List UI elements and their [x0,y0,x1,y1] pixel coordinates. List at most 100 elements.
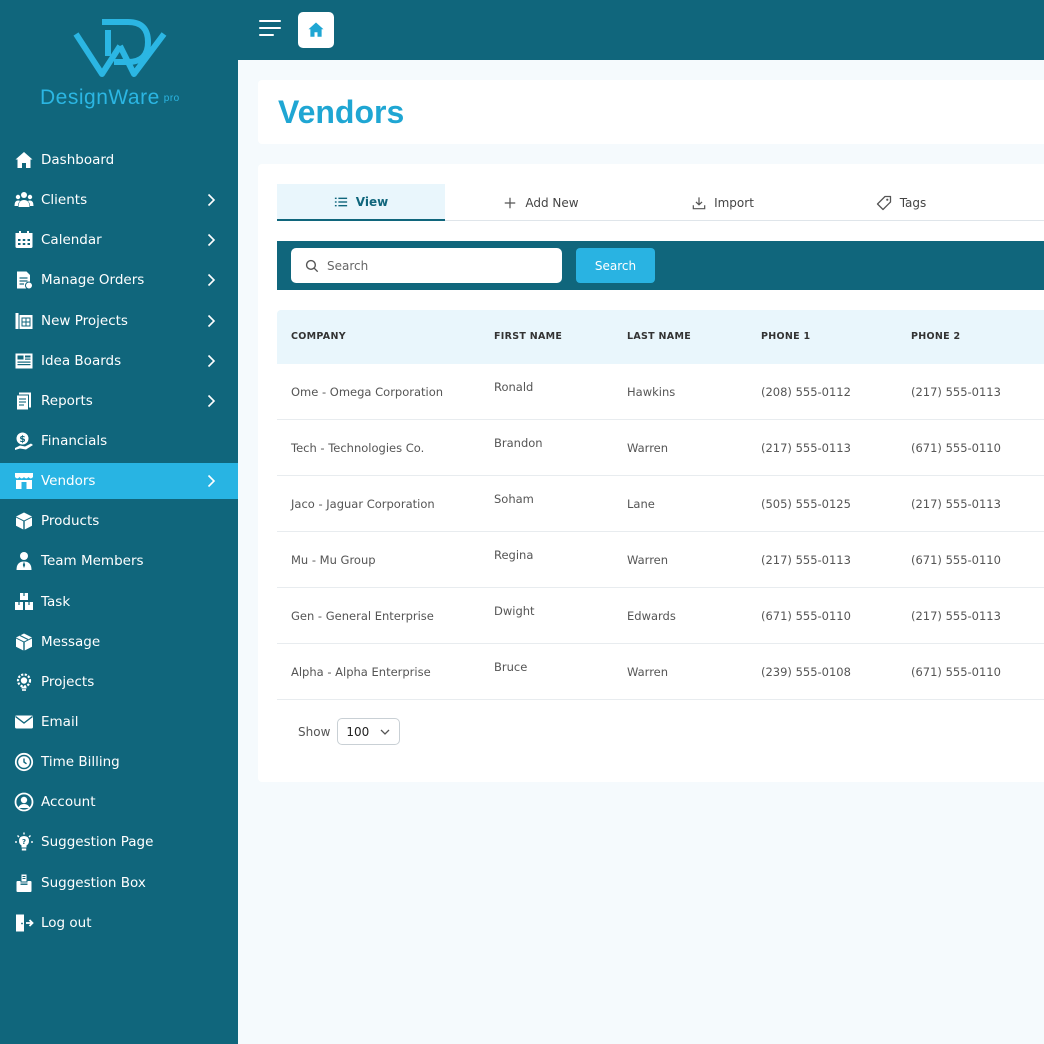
sidebar-item-label: Team Members [41,553,144,570]
chevron-down-icon [380,729,390,735]
top-bar [238,0,1044,60]
search-input[interactable] [327,258,547,273]
download-icon [692,196,706,209]
page-size-control: Show 100 [298,718,401,745]
column-header-phone-1[interactable]: PHONE 1 [761,331,810,342]
column-header-phone-2[interactable]: PHONE 2 [911,331,960,342]
table-row[interactable]: Ome - Omega Corporation Ronald Hawkins (208… [277,364,1044,420]
sidebar-item-vendors[interactable]: Vendors [0,463,238,500]
table-cell-company: Alpha - Alpha Enterprise [291,665,431,679]
sidebar-item-label: Account [41,794,96,811]
sidebar-item-projects[interactable]: Projects [0,664,238,700]
sidebar-item-new-projects[interactable]: New Projects [0,303,238,339]
table-cell-phone-1: (217) 555-0113 [761,553,851,567]
sidebar-item-dashboard[interactable]: Dashboard [0,142,238,178]
sidebar-item-label: Projects [41,673,95,690]
table-row[interactable]: Jaco - Jaguar Corporation Soham Lane (505) … [277,476,1044,532]
search-bar: Search [277,241,1044,290]
menu-toggle-icon[interactable] [259,20,281,38]
column-header-last-name[interactable]: LAST NAME [627,331,691,342]
table-cell-last-name: Warren [627,665,669,679]
svg-text:?: ? [22,838,26,846]
sidebar-item-products[interactable]: Products [0,503,238,539]
search-field[interactable] [291,248,562,283]
column-header-first-name[interactable]: FIRST NAME [494,331,562,342]
table-row[interactable]: Mu - Mu Group Regina Warren (217) 555-0113 (… [277,532,1044,588]
sidebar-item-manage-orders[interactable]: Manage Orders [0,262,238,298]
calendar-icon [15,231,33,249]
search-icon [305,259,319,272]
table-cell-first-name: Dwight [494,604,535,618]
sidebar-item-reports[interactable]: Reports [0,383,238,419]
table-cell-last-name: Edwards [627,609,676,623]
person-icon [16,552,32,571]
tab-import-label: Import [714,195,754,210]
brand-name: DesignWare pro [40,86,180,109]
sidebar-item-task[interactable]: Task [0,584,238,620]
table-cell-phone-2: (671) 555-0110 [911,553,1001,567]
table-cell-phone-2: (671) 555-0110 [911,665,1001,679]
table-cell-phone-2: (217) 555-0113 [911,609,1001,623]
table-cell-phone-1: (217) 555-0113 [761,441,851,455]
table-cell-last-name: Warren [627,553,669,567]
table-row[interactable]: Alpha - Alpha Enterprise Bruce Warren (239)… [277,644,1044,700]
clock-icon [14,753,34,772]
table-cell-phone-1: (208) 555-0112 [761,385,851,399]
tab-view[interactable]: View [277,184,445,221]
brand-logo[interactable]: DesignWare pro [0,0,238,135]
sidebar-item-label: Manage Orders [41,272,145,289]
vendors-table: COMPANY FIRST NAME LAST NAME PHONE 1 PHONE 2… [277,310,1044,700]
report-icon [16,392,31,411]
table-cell-company: Tech - Technologies Co. [291,441,425,455]
table-cell-first-name: Soham [494,492,534,506]
idea-icon: ? [15,832,33,851]
sidebar-item-label: Suggestion Page [41,834,154,851]
home-button[interactable] [298,12,334,48]
message-box-icon [16,633,32,651]
chevron-right-icon [207,394,216,407]
column-header-company[interactable]: COMPANY [291,331,346,342]
sidebar-item-suggestion-box[interactable]: Suggestion Box [0,865,238,901]
page-size-select[interactable]: 100 [337,718,401,745]
table-row[interactable]: Tech - Technologies Co. Brandon Warren (217… [277,420,1044,476]
chevron-right-icon [207,274,216,287]
financials-icon: $ [15,432,33,450]
tab-bar: View Add New Import Tags [277,184,1044,221]
table-cell-phone-1: (505) 555-0125 [761,497,851,511]
table-cell-first-name: Ronald [494,380,534,394]
tag-icon [876,195,891,210]
sidebar-item-label: Calendar [41,232,102,249]
sidebar-item-account[interactable]: Account [0,784,238,820]
tab-import[interactable]: Import [639,184,807,221]
sidebar-item-suggestion-page[interactable]: ? Suggestion Page [0,824,238,860]
sidebar-item-financials[interactable]: $ Financials [0,423,238,459]
sidebar-item-calendar[interactable]: Calendar [0,222,238,258]
table-cell-company: Mu - Mu Group [291,553,376,567]
table-cell-phone-2: (217) 555-0113 [911,497,1001,511]
sidebar-item-time-billing[interactable]: Time Billing [0,744,238,780]
sidebar-item-label: Message [41,633,101,650]
tab-tags[interactable]: Tags [817,184,985,221]
table-cell-company: Jaco - Jaguar Corporation [291,497,435,511]
sidebar-item-message[interactable]: Message [0,624,238,660]
sidebar-item-team-members[interactable]: Team Members [0,543,238,579]
sidebar-item-log-out[interactable]: Log out [0,905,238,941]
search-button[interactable]: Search [576,248,655,283]
vendors-panel: View Add New Import Tags Search Search C… [258,164,1044,782]
table-row[interactable]: Gen - General Enterprise Dwight Edwards (67… [277,588,1044,644]
sidebar-item-label: Reports [41,392,93,409]
show-label: Show [298,724,331,739]
sidebar-item-label: Email [41,713,79,730]
chevron-right-icon [207,475,216,488]
tab-add-new[interactable]: Add New [457,184,625,221]
table-cell-first-name: Regina [494,548,534,562]
sidebar-item-clients[interactable]: Clients [0,182,238,218]
list-icon [334,197,347,206]
page-title: Vendors [278,94,405,130]
home-icon [15,152,33,168]
table-cell-last-name: Hawkins [627,385,676,399]
blueprint-icon [15,312,33,329]
sidebar-item-idea-boards[interactable]: Idea Boards [0,343,238,379]
board-icon [15,353,33,369]
sidebar-item-email[interactable]: Email [0,704,238,740]
